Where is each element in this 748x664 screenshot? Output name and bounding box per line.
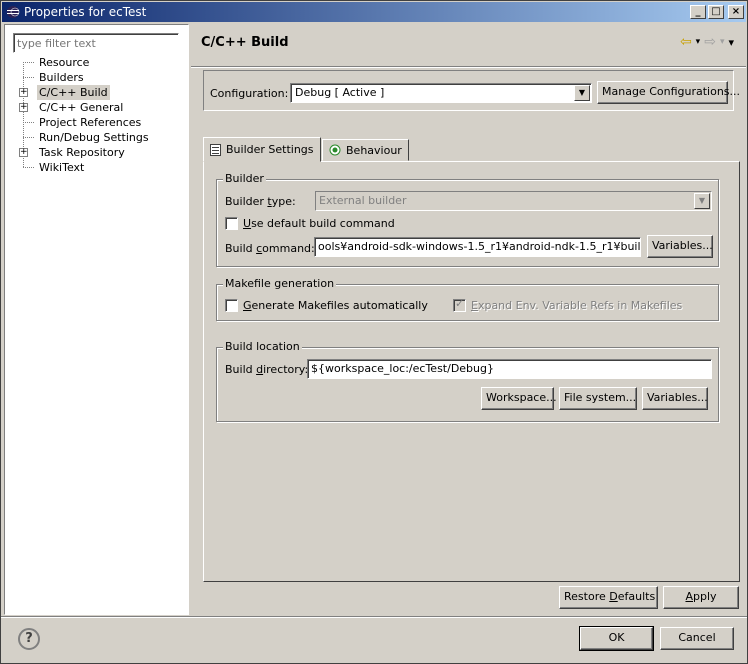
build-directory-input[interactable]: ${workspace_loc:/ecTest/Debug} xyxy=(307,359,712,379)
builder-variables-button[interactable]: Variables... xyxy=(647,235,713,258)
configuration-value: Debug [ Active ] xyxy=(295,86,385,99)
builder-type-select: External builder ▼ xyxy=(315,191,712,211)
expand-icon[interactable]: + xyxy=(19,88,28,97)
property-page-tree-pane: Resource Builders + C/C++ Build + C/C++ Gener… xyxy=(4,24,189,615)
behaviour-icon xyxy=(329,144,341,156)
builder-type-label: Builder type: xyxy=(225,195,296,208)
expand-env-variable-refs-checkbox xyxy=(453,297,466,312)
tree-item-label: C/C++ General xyxy=(39,101,124,114)
generate-makefiles-mnemonic: G xyxy=(243,299,252,312)
restore-defaults-label-suffix: efaults xyxy=(617,590,656,603)
generate-makefiles-checkbox[interactable] xyxy=(225,299,238,312)
builder-group-title: Builder xyxy=(223,172,266,185)
forward-menu-icon[interactable]: ▾ xyxy=(720,37,725,47)
configuration-select[interactable]: Debug [ Active ] ▼ xyxy=(290,83,592,103)
builder-group: Builder Builder type: External builder ▼… xyxy=(216,172,719,267)
tree-connector xyxy=(23,122,34,123)
apply-mnemonic: A xyxy=(685,590,693,603)
builder-type-label-prefix: Builder xyxy=(225,195,268,208)
expand-icon[interactable]: + xyxy=(19,148,28,157)
tree-item-label: C/C++ Build xyxy=(37,85,110,100)
location-variables-button[interactable]: Variables... xyxy=(642,387,708,410)
cancel-button[interactable]: Cancel xyxy=(660,627,734,650)
tab-behaviour[interactable]: Behaviour xyxy=(322,139,409,161)
tree-connector xyxy=(23,62,34,63)
tree-connector xyxy=(23,137,34,138)
ok-button[interactable]: OK xyxy=(579,626,654,651)
apply-button[interactable]: Apply xyxy=(663,586,739,609)
page-navigation: ⇦ ▾ ⇨ ▾ ▾ xyxy=(680,34,734,50)
title-bar: Properties for ecTest _ □ × xyxy=(2,2,746,22)
build-location-group: Build location Build directory: ${worksp… xyxy=(216,340,719,422)
makefile-generation-group: Makefile generation Generate Makefiles a… xyxy=(216,277,719,321)
header-separator xyxy=(191,66,746,68)
restore-defaults-label-prefix: Restore xyxy=(564,590,610,603)
restore-defaults-mnemonic: D xyxy=(609,590,618,603)
use-default-build-command-checkbox[interactable] xyxy=(225,217,238,230)
help-icon[interactable]: ? xyxy=(18,628,40,650)
manage-configurations-button[interactable]: Manage Configurations... xyxy=(597,81,740,104)
use-default-mnemonic: U xyxy=(243,217,252,230)
use-default-label-rest: se default build command xyxy=(251,217,395,230)
expand-env-variable-refs-label: Expand Env. Variable Refs in Makefiles xyxy=(471,299,682,312)
chevron-down-icon[interactable]: ▼ xyxy=(574,85,590,101)
minimize-button[interactable]: _ xyxy=(690,5,706,19)
build-location-group-title: Build location xyxy=(223,340,302,353)
file-system-button[interactable]: File system... xyxy=(559,387,637,410)
property-page: C/C++ Build ⇦ ▾ ⇨ ▾ ▾ Configuration: Deb… xyxy=(191,24,746,615)
build-command-label-suffix: ommand: xyxy=(262,242,315,255)
configuration-box: Configuration: Debug [ Active ] ▼ Manage… xyxy=(203,70,740,111)
page-title: C/C++ Build xyxy=(201,35,289,50)
back-arrow-icon[interactable]: ⇦ xyxy=(680,34,692,50)
build-directory-label-prefix: Build xyxy=(225,363,257,376)
build-command-label-prefix: Build xyxy=(225,242,257,255)
footer-separator xyxy=(1,616,747,618)
filter-input[interactable] xyxy=(13,33,179,53)
build-directory-label-suffix: irectory: xyxy=(263,363,309,376)
build-directory-label: Build directory: xyxy=(225,363,308,376)
tree-item-label: Project References xyxy=(39,116,142,129)
chevron-down-icon: ▼ xyxy=(694,193,710,209)
makefile-group-title: Makefile generation xyxy=(223,277,337,290)
maximize-button[interactable]: □ xyxy=(708,5,724,19)
generate-makefiles-label-rest: enerate Makefiles automatically xyxy=(251,299,428,312)
configuration-label: Configuration: xyxy=(210,87,289,100)
tab-builder-settings[interactable]: Builder Settings xyxy=(203,137,321,162)
tree-item-label: Run/Debug Settings xyxy=(39,131,149,144)
use-default-build-command-label: Use default build command xyxy=(243,217,395,230)
view-menu-icon[interactable]: ▾ xyxy=(728,36,734,49)
apply-label-rest: pply xyxy=(693,590,717,603)
close-button[interactable]: × xyxy=(728,5,744,19)
settings-list-icon xyxy=(210,143,221,156)
tree-connector xyxy=(23,167,34,168)
builder-type-label-suffix: ype: xyxy=(271,195,296,208)
window-title: Properties for ecTest xyxy=(24,5,147,19)
tab-builder-settings-label: Builder Settings xyxy=(226,143,314,156)
tree-connector xyxy=(23,77,34,78)
tree-item-label: Resource xyxy=(39,56,90,69)
tree-item-label: Builders xyxy=(39,71,84,84)
eclipse-icon xyxy=(5,4,21,20)
expand-icon[interactable]: + xyxy=(19,103,28,112)
forward-arrow-icon[interactable]: ⇨ xyxy=(704,34,716,50)
restore-defaults-button[interactable]: Restore Defaults xyxy=(559,586,658,609)
tree-item-label: Task Repository xyxy=(39,146,125,159)
workspace-button[interactable]: Workspace... xyxy=(481,387,557,410)
builder-type-value: External builder xyxy=(319,194,407,207)
properties-dialog: Properties for ecTest _ □ × Resource Buil… xyxy=(0,0,748,664)
generate-makefiles-label: Generate Makefiles automatically xyxy=(243,299,428,312)
tab-behaviour-label: Behaviour xyxy=(346,143,402,157)
build-command-input[interactable]: ools¥android-sdk-windows-1.5_r1¥android-… xyxy=(314,237,641,257)
builder-settings-panel: Builder Builder type: External builder ▼… xyxy=(203,161,740,582)
tree-item-label: WikiText xyxy=(39,161,85,174)
back-menu-icon[interactable]: ▾ xyxy=(696,37,701,47)
expand-env-label-rest: xpand Env. Variable Refs in Makefiles xyxy=(477,299,683,312)
expand-env-mnemonic: E xyxy=(471,299,478,312)
build-command-label: Build command: xyxy=(225,242,315,255)
